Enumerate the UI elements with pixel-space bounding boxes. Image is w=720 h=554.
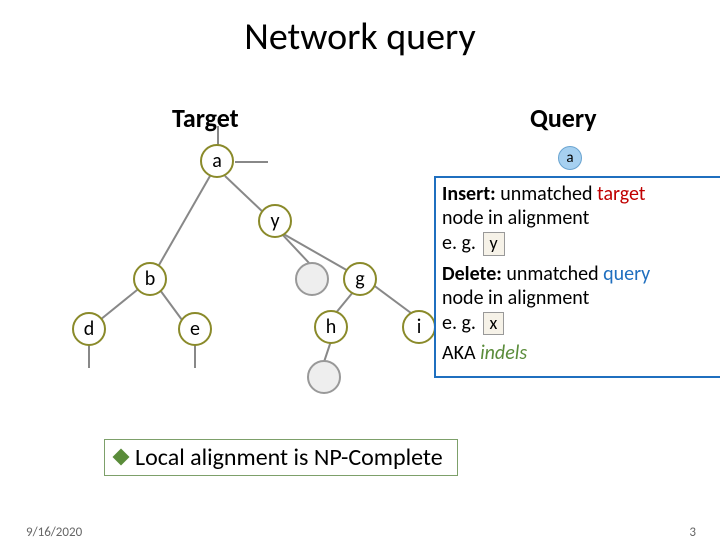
footer-date: 9/16/2020 — [26, 525, 82, 540]
node-i: i — [402, 310, 436, 344]
target-heading: Target — [172, 102, 239, 134]
node-y: y — [258, 204, 292, 238]
insert-example: e. g. y — [442, 231, 714, 256]
insert-line: Insert: unmatched target — [442, 182, 714, 206]
delete-line2: node in alignment — [442, 286, 714, 310]
insert-line2: node in alignment — [442, 206, 714, 230]
node-e: e — [178, 312, 212, 346]
node-g: g — [343, 262, 377, 296]
page-title: Network query — [0, 14, 720, 60]
node-a: a — [200, 144, 234, 178]
delete-line: Delete: unmatched query — [442, 262, 714, 286]
example-y: y — [483, 232, 505, 256]
node-h: h — [314, 310, 348, 344]
footer-page-number: 3 — [689, 525, 696, 540]
info-panel: Insert: unmatched target node in alignme… — [434, 176, 720, 378]
aka-line: AKA indels — [442, 341, 714, 365]
bullet-local-alignment: Local alignment is NP-Complete — [104, 439, 458, 476]
node-blank-1 — [295, 262, 329, 296]
query-heading: Query — [530, 102, 597, 134]
node-d: d — [72, 312, 106, 346]
node-blank-2 — [307, 360, 341, 394]
node-b: b — [133, 262, 167, 296]
delete-example: e. g. x — [442, 311, 714, 336]
bullet-icon — [113, 449, 130, 466]
example-x: x — [483, 312, 505, 336]
query-node-a: a — [558, 146, 582, 170]
